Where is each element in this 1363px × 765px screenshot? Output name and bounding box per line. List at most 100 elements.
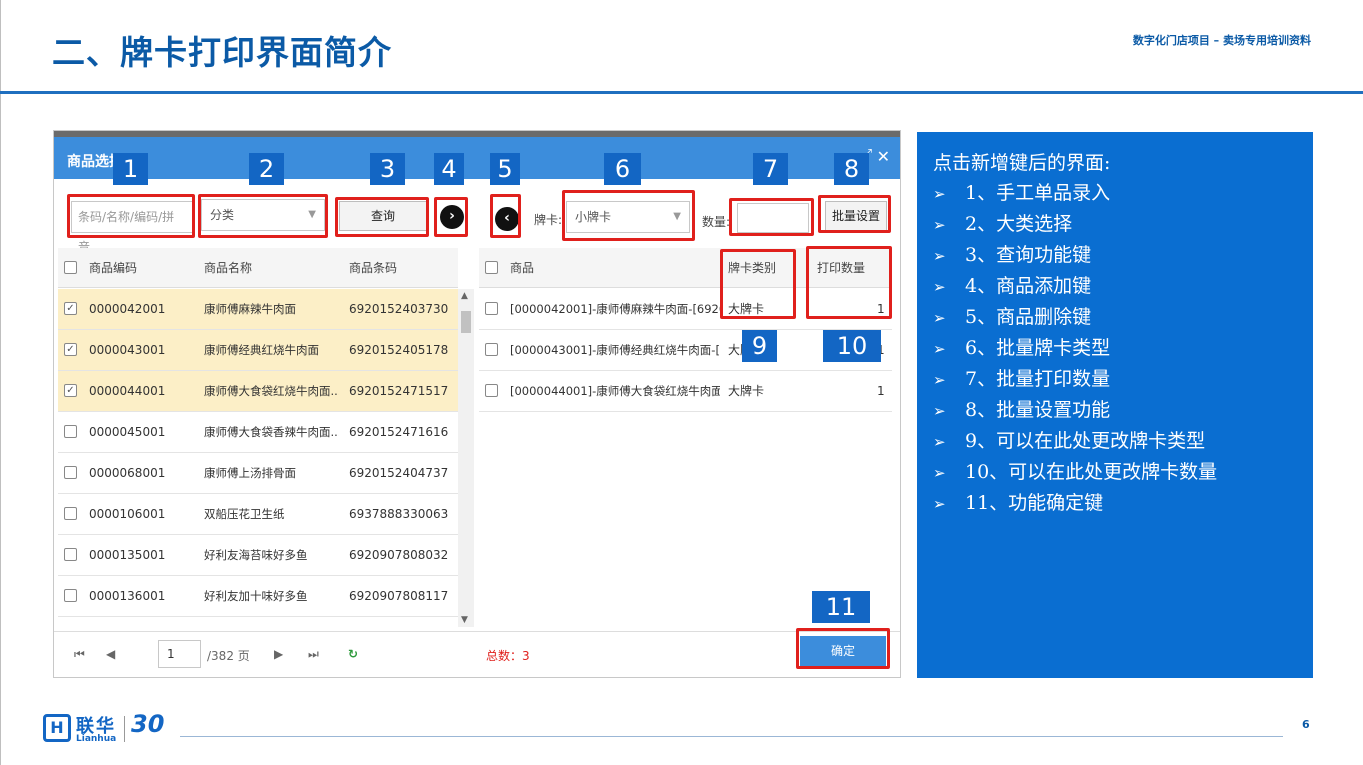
highlight-card-type: [562, 190, 695, 241]
col-barcode-header: 商品条码: [349, 261, 398, 275]
table-row[interactable]: ✓ 0000043001 康师傅经典红烧牛肉面 6920152405178: [58, 330, 458, 371]
row-barcode: 6920152471517: [349, 384, 449, 398]
info-item: ➢ 3、查询功能键: [933, 240, 1217, 271]
first-page-icon[interactable]: ⏮: [74, 647, 85, 662]
info-item: ➢ 4、商品添加键: [933, 271, 1217, 302]
row-checkbox[interactable]: [64, 466, 77, 479]
row-barcode: 6920152403730: [349, 302, 449, 316]
highlight-batch-set: [818, 195, 891, 233]
row-checkbox[interactable]: [485, 384, 498, 397]
row-code: 0000045001: [89, 425, 166, 439]
row-checkbox[interactable]: ✓: [64, 343, 77, 356]
footer-rule: [180, 736, 1283, 737]
arrow-bullet-icon: ➢: [933, 340, 946, 358]
row-print-qty[interactable]: 1: [877, 371, 885, 411]
slide-subtitle: 数字化门店项目 – 卖场专用培训资料: [1132, 34, 1311, 47]
highlight-remove: [490, 194, 521, 238]
table-row[interactable]: 0000136001 好利友加十味好多鱼 6920907808117: [58, 576, 458, 617]
callout-9: 9: [742, 330, 777, 362]
callout-7: 7: [753, 153, 788, 185]
select-all-checkbox[interactable]: [64, 261, 77, 274]
info-list: ➢ 1、手工单品录入 ➢ 2、大类选择 ➢ 3、查询功能键 ➢ 4、商品添加键 ➢ 5、商品删除键…: [933, 178, 1217, 519]
next-page-icon[interactable]: ▶: [274, 647, 283, 661]
row-checkbox[interactable]: ✓: [64, 384, 77, 397]
highlight-search: [67, 194, 195, 238]
row-name: 康师傅经典红烧牛肉面: [204, 343, 319, 357]
row-name: 好利友海苔味好多鱼: [204, 548, 308, 562]
row-checkbox[interactable]: [64, 425, 77, 438]
lianhua-logo-icon: H: [43, 714, 71, 742]
arrow-bullet-icon: ➢: [933, 309, 946, 327]
row-name: 康师傅上汤排骨面: [204, 466, 296, 480]
row-checkbox[interactable]: [64, 507, 77, 520]
arrow-bullet-icon: ➢: [933, 433, 946, 451]
callout-2: 2: [249, 153, 284, 185]
callout-3: 3: [370, 153, 405, 185]
anniversary-mark: 30: [131, 710, 165, 738]
select-all-checkbox[interactable]: [485, 261, 498, 274]
callout-6: 6: [604, 153, 641, 185]
info-item-text: 1、手工单品录入: [965, 182, 1111, 204]
row-checkbox[interactable]: ✓: [64, 302, 77, 315]
row-name: 康师傅麻辣牛肉面: [204, 302, 296, 316]
close-icon[interactable]: ✕: [877, 147, 890, 166]
arrow-bullet-icon: ➢: [933, 495, 946, 513]
row-product: [0000043001]-康师傅经典红烧牛肉面-[6...: [510, 343, 720, 357]
arrow-bullet-icon: ➢: [933, 278, 946, 296]
highlight-print-qty-col: [806, 246, 892, 319]
row-code: 0000042001: [89, 302, 166, 316]
row-card-type[interactable]: 大牌卡: [728, 371, 764, 411]
highlight-category: [198, 194, 328, 238]
highlight-card-category-col: [720, 249, 796, 319]
highlight-add: [434, 197, 468, 237]
page-number-input[interactable]: 1: [158, 640, 201, 668]
logo-en-text: Lianhua: [76, 734, 117, 744]
row-code: 0000044001: [89, 384, 166, 398]
row-checkbox[interactable]: [485, 343, 498, 356]
table-row[interactable]: 0000106001 双船压花卫生纸 6937888330063: [58, 494, 458, 535]
col-product-header: 商品: [510, 261, 535, 275]
last-page-icon[interactable]: ⏭: [308, 647, 319, 662]
slide-title: 二、牌卡打印界面简介: [52, 33, 392, 72]
row-code: 0000043001: [89, 343, 166, 357]
table-row[interactable]: 0000135001 好利友海苔味好多鱼 6920907808032: [58, 535, 458, 576]
info-item: ➢ 5、商品删除键: [933, 302, 1217, 333]
info-item: ➢ 7、批量打印数量: [933, 364, 1217, 395]
total-pages: /382 页: [207, 649, 250, 663]
arrow-bullet-icon: ➢: [933, 185, 946, 203]
row-checkbox[interactable]: [64, 589, 77, 602]
table-row[interactable]: ✓ 0000044001 康师傅大食袋红烧牛肉面... 6920152471517: [58, 371, 458, 412]
pager: ⏮ ◀ 1 /382 页 ▶ ⏭ ↻ 总数：3: [54, 631, 900, 677]
info-item: ➢ 1、手工单品录入: [933, 178, 1217, 209]
table-row[interactable]: [0000044001]-康师傅大食袋红烧牛肉面(... 大牌卡 1: [479, 371, 892, 412]
scroll-up-icon[interactable]: ▲: [461, 291, 468, 301]
info-item-text: 5、商品删除键: [965, 306, 1092, 328]
table-row[interactable]: 0000068001 康师傅上汤排骨面 6920152404737: [58, 453, 458, 494]
highlight-confirm: [796, 628, 890, 669]
info-item-text: 3、查询功能键: [965, 244, 1092, 266]
row-checkbox[interactable]: [485, 302, 498, 315]
col-name-header: 商品名称: [204, 261, 253, 275]
info-item: ➢ 11、功能确定键: [933, 488, 1217, 519]
callout-10: 10: [823, 330, 881, 362]
scroll-thumb[interactable]: [461, 311, 471, 333]
arrow-bullet-icon: ➢: [933, 464, 946, 482]
info-item-text: 6、批量牌卡类型: [965, 337, 1111, 359]
table-row[interactable]: ✓ 0000042001 康师傅麻辣牛肉面 6920152403730: [58, 289, 458, 330]
left-table-header: 商品编码 商品名称 商品条码: [58, 248, 458, 288]
left-table-scrollbar[interactable]: ▲ ▼: [458, 289, 474, 627]
arrow-bullet-icon: ➢: [933, 371, 946, 389]
row-barcode: 6920152405178: [349, 343, 449, 357]
refresh-icon[interactable]: ↻: [348, 647, 358, 661]
row-checkbox[interactable]: [64, 548, 77, 561]
row-name: 康师傅大食袋香辣牛肉面...: [204, 425, 339, 439]
prev-page-icon[interactable]: ◀: [106, 647, 115, 661]
row-barcode: 6920152404737: [349, 466, 449, 480]
col-code-header: 商品编码: [89, 261, 138, 275]
info-item-text: 7、批量打印数量: [965, 368, 1111, 390]
table-row[interactable]: 0000045001 康师傅大食袋香辣牛肉面... 6920152471616: [58, 412, 458, 453]
scroll-down-icon[interactable]: ▼: [461, 615, 468, 625]
total-count: 总数：3: [486, 649, 530, 663]
callout-11: 11: [812, 591, 870, 623]
page-number: 6: [1302, 718, 1310, 731]
